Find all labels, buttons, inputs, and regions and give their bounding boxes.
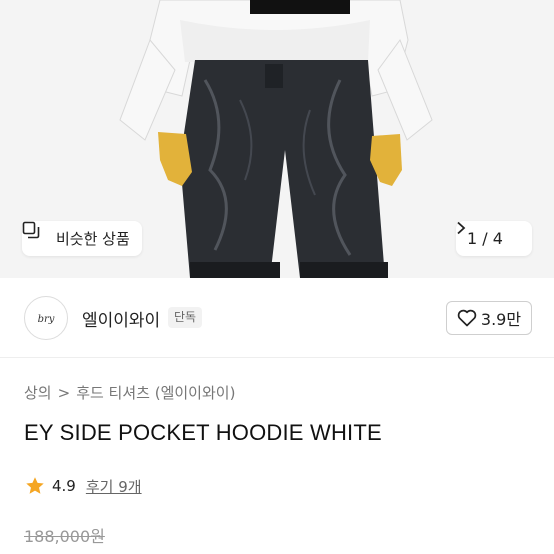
- shop-logo: bry: [38, 314, 55, 325]
- similar-products-label: 비슷한 상품: [56, 230, 130, 248]
- total-pages: 4: [492, 229, 503, 248]
- shop-name[interactable]: 엘이이와이: [82, 306, 160, 331]
- exclusive-badge: 단독: [168, 307, 203, 328]
- like-count: 3.9만: [480, 310, 522, 329]
- like-button[interactable]: 3.9만: [446, 301, 532, 335]
- svg-text:bry: bry: [38, 314, 55, 325]
- product-title: EY SIDE POCKET HOODIE WHITE: [24, 420, 382, 445]
- reviews-link[interactable]: 후기 9개: [86, 476, 142, 497]
- chevron-right-icon[interactable]: [457, 221, 521, 246]
- gallery-page-indicator[interactable]: 1 / 4: [456, 221, 532, 256]
- product-image-gallery[interactable]: 비슷한 상품 1 / 4: [0, 0, 554, 278]
- rating-row: 4.9 후기 9개: [24, 475, 142, 497]
- shop-avatar[interactable]: bry: [24, 296, 68, 340]
- breadcrumb: 상의 > 후드 티셔츠 (엘이이와이): [24, 382, 235, 403]
- breadcrumb-separator: >: [57, 383, 71, 402]
- similar-products-button[interactable]: 비슷한 상품: [22, 221, 142, 256]
- rating-value: 4.9: [52, 477, 76, 495]
- breadcrumb-item-subcategory[interactable]: 후드 티셔츠 (엘이이와이): [76, 382, 235, 403]
- star-icon: [24, 475, 46, 497]
- original-price: 188,000원: [24, 527, 105, 546]
- similar-products-icon: [22, 221, 50, 248]
- current-page: 1: [467, 229, 478, 248]
- page-separator: /: [482, 229, 488, 248]
- heart-icon: [457, 309, 477, 327]
- breadcrumb-item-category[interactable]: 상의: [24, 382, 52, 403]
